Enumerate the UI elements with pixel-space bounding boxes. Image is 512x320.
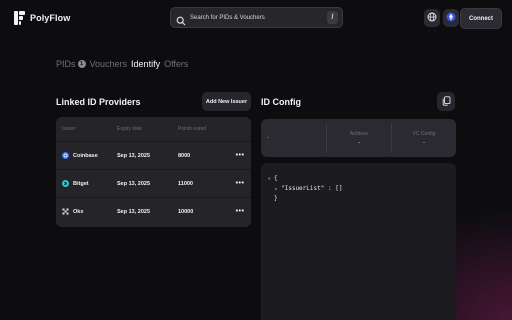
json-close-brace: } <box>274 195 278 202</box>
issuer-name: Okx <box>73 208 84 215</box>
tab-vouchers[interactable]: Vouchers <box>90 59 128 69</box>
issuer-name: Bitget <box>73 180 89 187</box>
search-bar[interactable]: Search for PIDs & Vouchers / <box>170 7 343 28</box>
issuer-name: Coinbase <box>73 152 98 159</box>
tab-label: PIDs <box>56 59 76 69</box>
column-header-points: Points eared <box>178 126 207 132</box>
language-button[interactable] <box>424 9 440 27</box>
app-logo[interactable]: PolyFlow <box>14 11 70 25</box>
pids-count-badge: 1 <box>77 60 86 68</box>
points-value: 11000 <box>178 180 193 187</box>
config-id-value: - <box>267 135 269 141</box>
more-options-button[interactable]: ••• <box>229 152 251 159</box>
points-value: 8000 <box>178 152 191 159</box>
more-options-button[interactable]: ••• <box>229 208 251 215</box>
providers-table: Issuer Expiry date Points eared Coinbase… <box>56 117 251 227</box>
address-label: Address <box>349 130 369 137</box>
copy-config-button[interactable] <box>437 92 455 111</box>
config-summary: - Address - VC Config - <box>261 119 456 157</box>
column-header-issuer: Issuer <box>62 126 76 132</box>
bitget-icon <box>62 180 69 187</box>
tab-pids[interactable]: PIDs 1 <box>56 59 86 69</box>
expiry-date: Sep 13, 2025 <box>117 208 151 215</box>
tab-offers[interactable]: Offers <box>164 59 188 69</box>
tab-identify[interactable]: Identify <box>131 59 160 69</box>
vc-config-value: - <box>423 139 425 146</box>
connect-button[interactable]: Connect <box>460 8 502 29</box>
tab-label: Offers <box>164 59 189 69</box>
search-input[interactable]: Search for PIDs & Vouchers <box>190 15 327 21</box>
okx-icon <box>62 208 69 215</box>
globe-icon <box>427 9 437 27</box>
providers-title: Linked ID Providers <box>56 97 141 107</box>
app-name: PolyFlow <box>30 13 71 23</box>
more-options-button[interactable]: ••• <box>229 180 251 187</box>
main-tabs: PIDs 1 Vouchers Identify Offers <box>56 59 188 69</box>
column-header-expiry: Expiry date <box>117 126 143 132</box>
search-icon <box>176 13 186 25</box>
vc-config-cell: VC Config - <box>392 119 456 157</box>
id-config-title: ID Config <box>261 97 301 107</box>
add-new-issuer-button[interactable]: Add New Issuer <box>202 92 251 111</box>
json-colon: : <box>324 185 336 192</box>
address-cell: Address - <box>327 119 391 157</box>
ethereum-icon <box>446 9 456 27</box>
coinbase-icon <box>62 152 69 159</box>
top-bar: PolyFlow Search for PIDs & Vouchers / Co… <box>0 0 512 38</box>
polyflow-logo-icon <box>14 11 25 25</box>
copy-icon <box>442 93 451 111</box>
address-value: - <box>358 139 360 146</box>
table-row[interactable]: Coinbase Sep 13, 2025 8000 ••• <box>56 141 251 169</box>
config-json-viewer: ▼{ ▶ "IssuerList" : [] } <box>261 163 456 320</box>
expiry-date: Sep 13, 2025 <box>117 180 151 187</box>
vc-config-label: VC Config <box>412 130 436 137</box>
network-button[interactable] <box>443 9 459 27</box>
points-value: 10000 <box>178 208 194 215</box>
expiry-date: Sep 13, 2025 <box>117 152 151 159</box>
table-row[interactable]: Okx Sep 13, 2025 10000 ••• <box>56 197 251 225</box>
search-shortcut-key: / <box>327 11 338 24</box>
table-row[interactable]: Bitget Sep 13, 2025 11000 ••• <box>56 169 251 197</box>
json-value: [] <box>335 185 343 192</box>
json-key: "IssuerList" <box>281 185 325 192</box>
tab-label: Vouchers <box>89 59 128 69</box>
json-open-brace: { <box>274 175 278 182</box>
table-header: Issuer Expiry date Points eared <box>56 117 251 141</box>
tab-label: Identify <box>131 59 161 69</box>
